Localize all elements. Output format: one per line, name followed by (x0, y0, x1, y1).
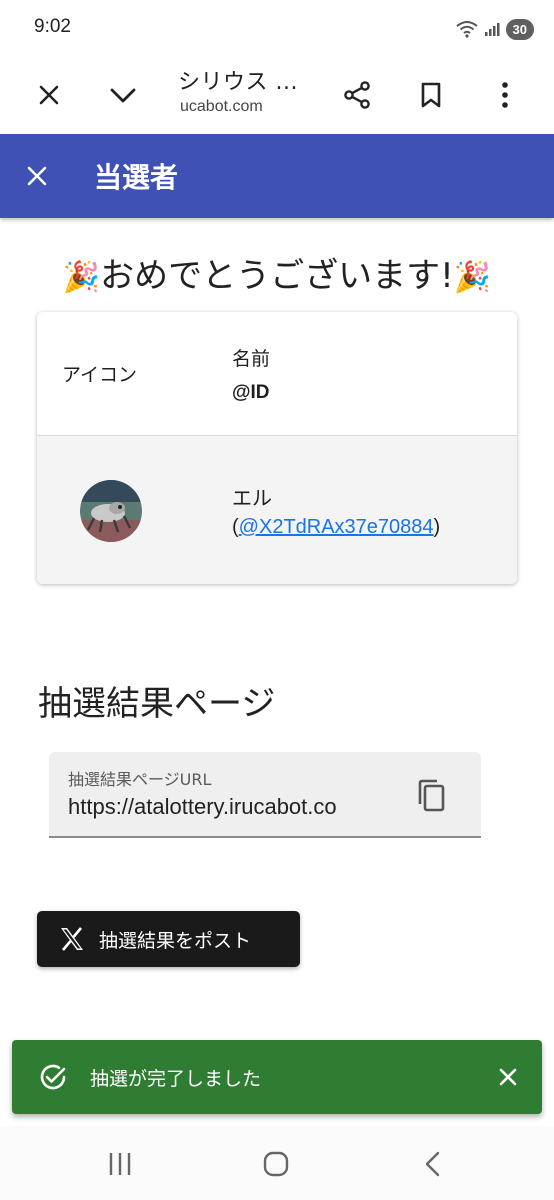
table-row: エル (@X2TdRAx37e70884) (37, 436, 517, 584)
back-button[interactable] (410, 1144, 454, 1184)
bookmark-icon (421, 82, 441, 108)
post-result-button[interactable]: 抽選結果をポスト (37, 911, 300, 967)
recent-apps-icon (109, 1153, 131, 1175)
share-icon (344, 81, 370, 109)
winner-id-open-paren: ( (232, 516, 239, 538)
winner-table: アイコン 名前 @ID エル (@X2TdRAx37e70884) (37, 312, 517, 584)
more-options-button[interactable] (480, 70, 530, 120)
x-logo-icon (61, 927, 83, 951)
check-circle-icon (40, 1064, 66, 1090)
result-section-title: 抽選結果ページ (38, 684, 276, 724)
winner-name: エル (232, 486, 272, 510)
dialog-close-button[interactable] (12, 151, 62, 201)
home-icon (263, 1151, 289, 1177)
congrats-text: おめでとうございます! (100, 256, 454, 296)
signal-icon (484, 23, 500, 36)
party-popper-icon: 🎉 (62, 260, 101, 295)
snackbar: 抽選が完了しました (12, 1040, 542, 1114)
header-title: 当選者 (94, 161, 179, 194)
page-url: ucabot.com (180, 98, 263, 115)
winner-id: (@X2TdRAx37e70884) (232, 516, 440, 539)
system-nav-bar (0, 1126, 554, 1200)
status-bar: 9:02 30 (0, 0, 554, 56)
party-popper-icon: 🎉 (453, 260, 492, 295)
page-title: シリウス ... (178, 70, 298, 95)
column-header-name: 名前 (232, 348, 271, 370)
result-url-label: 抽選結果ページURL (68, 770, 212, 789)
close-icon (39, 85, 59, 105)
column-header-icon: アイコン (62, 364, 138, 386)
share-button[interactable] (332, 70, 382, 120)
more-vert-icon (502, 82, 508, 108)
snackbar-message: 抽選が完了しました (90, 1068, 262, 1090)
snackbar-close-button[interactable] (490, 1059, 526, 1095)
status-time: 9:02 (34, 16, 71, 37)
copy-icon (418, 779, 445, 812)
minimize-tab-button[interactable] (98, 70, 148, 120)
battery-indicator: 30 (505, 18, 534, 40)
winner-id-link[interactable]: @X2TdRAx37e70884 (239, 516, 434, 538)
close-icon (499, 1068, 517, 1086)
recent-apps-button[interactable] (98, 1144, 142, 1184)
table-header: アイコン 名前 @ID (37, 312, 517, 436)
close-tab-button[interactable] (24, 70, 74, 120)
back-icon (425, 1151, 440, 1177)
close-icon (27, 166, 47, 186)
status-icons: 30 (455, 16, 534, 42)
copy-url-button[interactable] (407, 772, 455, 820)
avatar (80, 480, 142, 542)
browser-toolbar: シリウス ... ucabot.com (0, 56, 554, 134)
result-url-value[interactable]: https://atalottery.irucabot.co (68, 794, 388, 820)
chevron-down-icon (110, 88, 136, 103)
result-url-field[interactable]: 抽選結果ページURL https://atalottery.irucabot.c… (49, 752, 481, 838)
app-header: 当選者 (0, 134, 554, 218)
column-header-id: @ID (232, 382, 270, 403)
congrats-heading: 🎉おめでとうございます!🎉 (0, 248, 554, 297)
bookmark-button[interactable] (406, 70, 456, 120)
wifi-icon (455, 21, 478, 38)
home-button[interactable] (254, 1144, 298, 1184)
winner-id-close-paren: ) (433, 516, 441, 538)
post-result-label: 抽選結果をポスト (99, 930, 252, 952)
